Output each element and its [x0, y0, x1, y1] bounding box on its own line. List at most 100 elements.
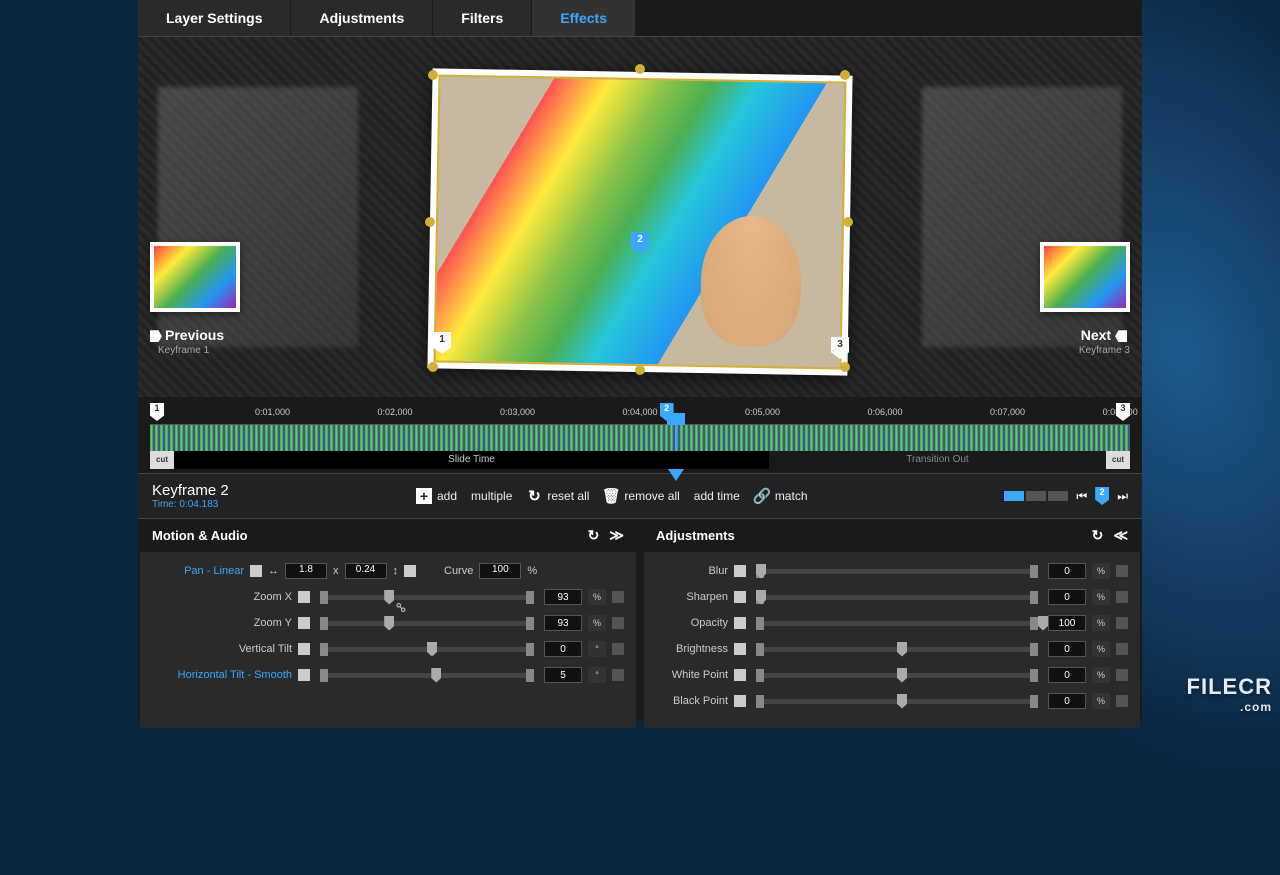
value-input[interactable]: 0: [1048, 693, 1086, 709]
slider-thumb[interactable]: [431, 668, 441, 683]
transition-out-segment[interactable]: Transition Out: [769, 451, 1106, 469]
multiple-button[interactable]: multiple: [471, 489, 512, 503]
next-thumbnail[interactable]: [1040, 242, 1130, 312]
row-checkbox[interactable]: [298, 643, 310, 655]
add-button[interactable]: +add: [416, 488, 457, 504]
value-input[interactable]: 5: [544, 667, 582, 683]
remove-all-button[interactable]: 🗑remove all: [603, 488, 679, 504]
slider-thumb[interactable]: [384, 616, 394, 631]
handle-tr[interactable]: [840, 70, 850, 80]
row-checkbox[interactable]: [734, 695, 746, 707]
slider-thumb[interactable]: [427, 642, 437, 657]
reset-all-button[interactable]: ↻reset all: [526, 488, 589, 504]
prev-kf-button[interactable]: ⏮: [1076, 489, 1087, 504]
handle-tl[interactable]: [428, 70, 438, 80]
seg-3[interactable]: [1048, 491, 1068, 501]
tab-filters[interactable]: Filters: [433, 0, 532, 36]
slider-track[interactable]: [756, 673, 1038, 678]
row-checkbox[interactable]: [734, 643, 746, 655]
timeline-kf-3[interactable]: 3: [1116, 403, 1130, 421]
value-input[interactable]: 93: [544, 589, 582, 605]
handle-right[interactable]: [843, 217, 853, 227]
row-checkbox[interactable]: [734, 565, 746, 577]
handle-top[interactable]: [635, 64, 645, 74]
next-kf-button[interactable]: ⏭: [1117, 489, 1128, 504]
post-checkbox[interactable]: [1116, 565, 1128, 577]
handle-bottom[interactable]: [635, 365, 645, 375]
next-label[interactable]: Next: [1050, 327, 1130, 343]
tab-effects[interactable]: Effects: [532, 0, 636, 36]
slider-track[interactable]: [756, 595, 1038, 600]
slider-thumb[interactable]: [384, 590, 394, 605]
slider-thumb[interactable]: [1038, 616, 1048, 631]
pan-checkbox[interactable]: [250, 565, 262, 577]
add-time-button[interactable]: add time: [694, 489, 740, 503]
pan-checkbox-2[interactable]: [404, 565, 416, 577]
post-checkbox[interactable]: [1116, 669, 1128, 681]
slider-track[interactable]: [756, 699, 1038, 704]
slider-track[interactable]: [320, 647, 534, 652]
reset-icon[interactable]: ↻: [1092, 527, 1104, 544]
match-button[interactable]: 🔗match: [754, 488, 808, 504]
value-input[interactable]: 0: [1048, 641, 1086, 657]
slider-track[interactable]: [320, 673, 534, 678]
handle-left[interactable]: [425, 217, 435, 227]
tab-adjustments[interactable]: Adjustments: [291, 0, 433, 36]
value-input[interactable]: 0: [1048, 667, 1086, 683]
expand-icon[interactable]: ≫: [609, 527, 624, 544]
post-checkbox[interactable]: [612, 591, 624, 603]
value-input[interactable]: 100: [1048, 615, 1086, 631]
row-checkbox[interactable]: [298, 669, 310, 681]
value-input[interactable]: 93: [544, 615, 582, 631]
value-input[interactable]: 0: [1048, 563, 1086, 579]
unit-label: °: [588, 641, 606, 657]
slider-track[interactable]: [756, 569, 1038, 574]
slider-thumb[interactable]: [756, 564, 766, 579]
post-checkbox[interactable]: [1116, 617, 1128, 629]
pan-x-input[interactable]: 1.8: [285, 563, 327, 579]
timeline-kf-1[interactable]: 1: [150, 403, 164, 421]
post-checkbox[interactable]: [1116, 591, 1128, 603]
canvas[interactable]: 1 2 3: [425, 67, 855, 377]
slider-track[interactable]: [756, 621, 1038, 626]
row-checkbox[interactable]: [734, 591, 746, 603]
post-checkbox[interactable]: [1116, 695, 1128, 707]
post-checkbox[interactable]: [612, 669, 624, 681]
post-checkbox[interactable]: [1116, 643, 1128, 655]
cut-right-button[interactable]: cut: [1106, 451, 1130, 469]
slider-label[interactable]: Horizontal Tilt - Smooth: [152, 669, 292, 681]
post-checkbox[interactable]: [612, 643, 624, 655]
reset-icon[interactable]: ↻: [588, 527, 600, 544]
prev-label[interactable]: Previous: [150, 327, 224, 343]
pan-y-input[interactable]: 0.24: [345, 563, 387, 579]
collapse-icon[interactable]: ≪: [1113, 527, 1128, 544]
row-checkbox[interactable]: [734, 617, 746, 629]
audio-waveform[interactable]: [150, 425, 1130, 451]
canvas-image[interactable]: [427, 68, 852, 375]
slider-track[interactable]: [320, 621, 534, 626]
value-input[interactable]: 0: [1048, 589, 1086, 605]
value-input[interactable]: 0: [544, 641, 582, 657]
curve-input[interactable]: 100: [479, 563, 521, 579]
row-checkbox[interactable]: [298, 591, 310, 603]
slide-time-segment[interactable]: Slide Time: [174, 451, 769, 469]
slider-thumb[interactable]: [756, 590, 766, 605]
prev-thumbnail[interactable]: [150, 242, 240, 312]
seg-2[interactable]: [1026, 491, 1046, 501]
tab-layer-settings[interactable]: Layer Settings: [138, 0, 291, 36]
view-mode-segment[interactable]: [1004, 491, 1068, 501]
pan-label[interactable]: Pan - Linear: [152, 565, 244, 577]
row-checkbox[interactable]: [734, 669, 746, 681]
seg-1[interactable]: [1004, 491, 1024, 501]
slider-track[interactable]: [320, 595, 534, 600]
time-ruler[interactable]: 0:01,000 0:02,000 0:03,000 0:04,000 0:05…: [150, 407, 1130, 425]
slider-track[interactable]: [756, 647, 1038, 652]
slider-thumb[interactable]: [897, 668, 907, 683]
post-checkbox[interactable]: [612, 617, 624, 629]
row-checkbox[interactable]: [298, 617, 310, 629]
cut-left-button[interactable]: cut: [150, 451, 174, 469]
handle-br[interactable]: [840, 362, 850, 372]
slider-thumb[interactable]: [897, 642, 907, 657]
handle-bl[interactable]: [428, 362, 438, 372]
slider-thumb[interactable]: [897, 694, 907, 709]
